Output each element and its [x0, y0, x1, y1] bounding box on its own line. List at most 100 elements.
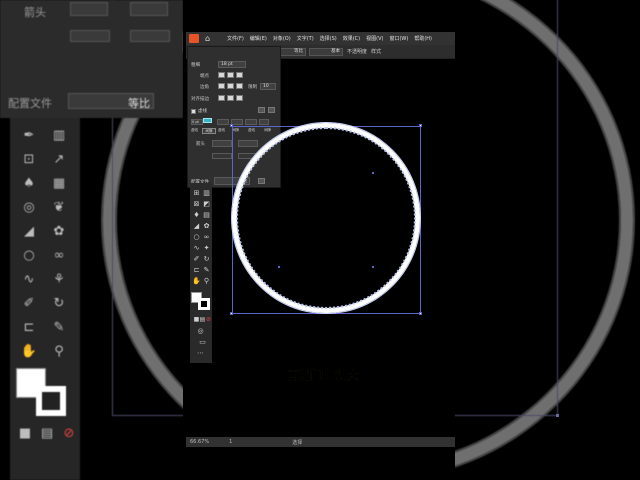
background-ellipse-icon: ○	[23, 248, 35, 263]
limit-label: 限制	[248, 85, 257, 90]
none-icon[interactable]: ⊘	[204, 316, 213, 324]
background-profile-row: 配置文件 等比	[0, 88, 183, 116]
background-toolbar: ✒ ▥ ⊡ ↗ ♠ ▦ ◎ ❦ ◢ ✿ ○ ∞ ∿ ⚘ ✐ ↻ ⊏ ✎ ✋ ⚲ …	[10, 118, 80, 480]
video-caption: 再把间隙调大	[286, 368, 360, 383]
dashed-checkbox[interactable]	[191, 109, 196, 114]
background-none-icon: ⊘	[63, 426, 75, 441]
background-curve-icon: ↗	[53, 152, 65, 167]
limit-field[interactable]: 10	[260, 83, 276, 90]
circle-dashed-stroke	[236, 127, 416, 309]
background-color-mode-icon: ■	[18, 426, 32, 441]
bucket-icon[interactable]: ✿	[202, 222, 211, 230]
background-profile-value: 等比	[128, 97, 150, 110]
menu-help[interactable]: 帮助(H)	[414, 35, 432, 42]
home-icon[interactable]: ⌂	[205, 34, 215, 43]
arrow-scale-1[interactable]	[212, 153, 232, 159]
background-pen-icon: ✒	[23, 128, 35, 143]
background-leaf-icon: ❦	[53, 200, 65, 215]
menu-bar: ⌂ 文件(F) 编辑(E) 对象(O) 文字(T) 选择(S) 效果(C) 视图…	[186, 32, 455, 45]
tools-panel: ⊞ ▥ ⊠ ◩ ♦ ▤ ◢ ✿ ○ ∞ ∿ ✦ ✐ ↻ ⊏ ✎ ✋ ⚲ ■ ▤ …	[190, 183, 212, 363]
cap-round-button[interactable]	[227, 72, 234, 78]
background-lasso-icon: ↻	[53, 296, 65, 311]
control-style-label[interactable]: 样式	[371, 48, 381, 55]
menu-effect[interactable]: 效果(C)	[343, 35, 360, 42]
perspective-icon[interactable]: ⊞	[192, 189, 201, 197]
ellipse-icon[interactable]: ○	[192, 233, 201, 241]
pencil-icon[interactable]: ✐	[192, 255, 201, 263]
background-wave-icon: ∿	[23, 272, 35, 287]
curvature-icon[interactable]: ∿	[192, 244, 201, 252]
handle-top-left[interactable]	[230, 124, 233, 127]
background-crop-icon: ⊏	[23, 320, 35, 335]
zoom-level[interactable]: 66.67%	[190, 439, 209, 445]
limit-value: 10	[263, 84, 269, 89]
screen-mode-icon[interactable]: ▭	[198, 338, 207, 346]
rotate-icon[interactable]: ↻	[202, 255, 211, 263]
eraser-icon[interactable]: ◢	[192, 222, 201, 230]
dash-align-button[interactable]	[268, 107, 275, 113]
background-select-icon: ✐	[23, 296, 35, 311]
background-shapes-icon: ⚘	[53, 272, 65, 287]
background-eyedropper-icon: ✎	[53, 320, 65, 335]
weight-label: 粗细	[191, 63, 200, 68]
background-glasses-icon: ∞	[53, 248, 65, 263]
align-outside-button[interactable]	[236, 95, 243, 101]
brush-icon[interactable]: ♦	[192, 211, 201, 219]
menu-object[interactable]: 对象(O)	[273, 35, 291, 42]
status-bar: 66.67% 1 选择	[186, 437, 455, 447]
background-scale-2	[130, 30, 170, 42]
zoom-icon[interactable]: ⚲	[202, 277, 211, 285]
video-frame: 箭头 配置文件 等比 ✒ ▥ ⊡ ↗ ♠ ▦ ◎ ❦ ◢ ✿ ○ ∞ ∿ ⚘ ✐	[0, 0, 640, 480]
control-profile-value: 等比	[294, 48, 304, 54]
blend-icon[interactable]: ◩	[202, 200, 211, 208]
crop-icon[interactable]: ⊏	[192, 266, 201, 274]
arrow-label: 箭头	[196, 142, 205, 147]
corner-round-button[interactable]	[227, 83, 234, 89]
menu-file[interactable]: 文件(F)	[227, 35, 244, 42]
background-arrow-label: 箭头	[24, 6, 46, 19]
hand-icon[interactable]: ✋	[192, 277, 201, 285]
eyedropper-icon[interactable]: ✎	[202, 266, 211, 274]
page-number[interactable]: 1	[229, 439, 232, 445]
background-grid-icon: ▦	[52, 176, 66, 191]
app-logo-icon	[189, 34, 199, 43]
background-right	[455, 0, 640, 480]
menu-edit[interactable]: 编辑(E)	[250, 35, 267, 42]
puppet-icon[interactable]: ✦	[202, 244, 211, 252]
handle-top-right[interactable]	[419, 124, 422, 127]
handle-bottom-right[interactable]	[419, 312, 422, 315]
background-profile-label: 配置文件	[8, 97, 52, 110]
menu-select[interactable]: 选择(S)	[320, 35, 337, 42]
weight-field[interactable]: 18 pt	[218, 61, 246, 68]
cap-square-button[interactable]	[236, 72, 243, 78]
stroke-swatch[interactable]	[198, 298, 210, 310]
background-scale-1	[70, 30, 110, 42]
corner-bevel-button[interactable]	[236, 83, 243, 89]
control-opacity-label[interactable]: 不透明度	[347, 48, 367, 55]
dash-preserve-button[interactable]	[258, 107, 265, 113]
chart-icon[interactable]: ▥	[202, 189, 211, 197]
background-gradient-icon: ▤	[40, 426, 54, 441]
menu-type[interactable]: 文字(T)	[297, 35, 314, 42]
dash-field-1[interactable]: 0 pt	[191, 119, 203, 125]
more-tools-icon[interactable]: ⋯	[196, 349, 205, 357]
arrow-start-select[interactable]	[212, 140, 232, 147]
shape-builder-icon[interactable]: ∞	[202, 233, 211, 241]
gradient-icon[interactable]: ▤	[202, 211, 211, 219]
corner-miter-button[interactable]	[218, 83, 225, 89]
mesh-icon[interactable]: ⊠	[192, 200, 201, 208]
gap-field-highlight[interactable]	[203, 118, 212, 123]
background-arrow-end	[130, 2, 168, 16]
gap-field-1[interactable]	[217, 119, 229, 125]
draw-mode-icon[interactable]: ◎	[196, 327, 205, 335]
handle-bottom-left[interactable]	[230, 312, 233, 315]
dash-field-3[interactable]	[259, 119, 269, 125]
align-center-button[interactable]	[218, 95, 225, 101]
menu-window[interactable]: 窗口(W)	[389, 35, 408, 42]
control-brush-field[interactable]: 基本	[309, 47, 344, 56]
cap-label: 端点	[200, 74, 209, 79]
cap-butt-button[interactable]	[218, 72, 225, 78]
menu-view[interactable]: 视图(V)	[366, 35, 383, 42]
gap-field-2[interactable]	[245, 119, 257, 125]
align-inside-button[interactable]	[227, 95, 234, 101]
